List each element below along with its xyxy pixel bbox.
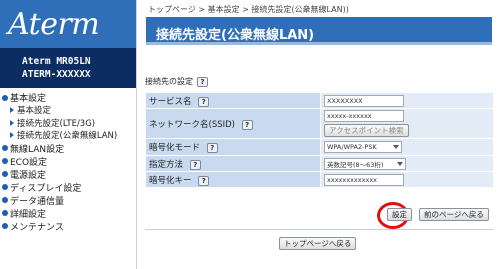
chevron-down-icon bbox=[393, 145, 399, 149]
nav-subitem-lte[interactable]: 接続先設定(LTE/3G) bbox=[0, 117, 136, 130]
form-label-cell: 指定方法 ? bbox=[145, 155, 321, 172]
divider bbox=[145, 229, 494, 230]
nav-item-label: 電源設定 bbox=[10, 170, 47, 181]
nav-item-wireless-lan[interactable]: 無線LAN設定 bbox=[0, 142, 136, 155]
nav-item-maintenance[interactable]: メンテナンス bbox=[0, 220, 136, 233]
form-label-cell: 暗号化キー ? bbox=[145, 171, 321, 188]
form-row: 暗号化キー ? xxxxxxxxxxxxx bbox=[145, 171, 494, 188]
nav-subitem-label: 基本設定 bbox=[17, 106, 52, 117]
breadcrumb: トップページ > 基本設定 > 接続先設定(公衆無線LAN)) bbox=[148, 5, 349, 14]
bullet-icon bbox=[2, 184, 8, 190]
logo-bar: Aterm bbox=[0, 0, 136, 48]
form-label-cell: ネットワーク名(SSID) ? bbox=[145, 108, 321, 139]
top-page-button[interactable]: トップページへ戻る bbox=[279, 237, 357, 250]
device-id: ATERM-XXXXXX bbox=[22, 69, 91, 80]
aterm-logo: Aterm bbox=[8, 6, 100, 42]
nav-item-power[interactable]: 電源設定 bbox=[0, 168, 136, 181]
help-icon[interactable]: ? bbox=[198, 96, 210, 107]
nav-subitem-public-wlan[interactable]: 接続先設定(公衆無線LAN) bbox=[0, 129, 136, 142]
nav-item-label: データ通信量 bbox=[10, 196, 65, 207]
form-value-cell: xxxxx-xxxxxx アクセスポイント検索 bbox=[320, 108, 494, 139]
help-icon[interactable]: ? bbox=[198, 175, 210, 186]
sidebar: Aterm Aterm MR05LN ATERM-XXXXXX 基本設定 基本設… bbox=[0, 0, 137, 269]
help-icon[interactable]: ? bbox=[189, 159, 201, 170]
method-label: 指定方法 bbox=[149, 159, 184, 170]
bullet-icon bbox=[2, 210, 8, 216]
nav-item-basic-settings[interactable]: 基本設定 bbox=[0, 91, 136, 104]
form-value-cell: xxxxxxxxxxxxx bbox=[320, 171, 494, 188]
nav-item-label: 基本設定 bbox=[10, 94, 47, 104]
form-value-cell: XXXXXXXX bbox=[320, 92, 494, 109]
model-name: Aterm MR05LN bbox=[22, 56, 91, 67]
form-row: 暗号化モード ? WPA/WPA2-PSK bbox=[145, 138, 494, 156]
nav-item-label: メンテナンス bbox=[10, 222, 64, 233]
arrow-right-icon bbox=[10, 132, 14, 139]
ssid-label: ネットワーク名(SSID) bbox=[149, 119, 235, 130]
form-label-cell: 暗号化モード ? bbox=[145, 138, 321, 156]
encryption-mode-value: WPA/WPA2-PSK bbox=[327, 143, 377, 151]
form-label-cell: サービス名 ? bbox=[145, 92, 321, 109]
form-row: ネットワーク名(SSID) ? xxxxx-xxxxxx アクセスポイント検索 bbox=[145, 108, 494, 139]
nav-subitem-label: 接続先設定(公衆無線LAN) bbox=[17, 131, 118, 142]
arrow-right-icon bbox=[10, 107, 14, 114]
service-name-label: サービス名 bbox=[149, 96, 192, 107]
bullet-icon bbox=[2, 223, 8, 229]
nav-subitem-label: 接続先設定(LTE/3G) bbox=[17, 118, 96, 129]
chevron-down-icon bbox=[397, 161, 403, 166]
bullet-icon bbox=[2, 145, 8, 151]
form-value-cell: WPA/WPA2-PSK bbox=[320, 138, 494, 156]
arrow-right-icon bbox=[10, 119, 14, 126]
encryption-mode-label: 暗号化モード bbox=[149, 143, 201, 153]
help-icon[interactable]: ? bbox=[206, 143, 218, 153]
bullet-icon bbox=[2, 197, 8, 203]
side-nav: 基本設定 基本設定 接続先設定(LTE/3G) 接続先設定(公衆無線LAN) 無… bbox=[0, 88, 136, 233]
encryption-mode-select[interactable]: WPA/WPA2-PSK bbox=[324, 141, 402, 153]
nav-item-data-usage[interactable]: データ通信量 bbox=[0, 194, 136, 207]
method-value: 英数記号(8〜63桁) bbox=[327, 160, 384, 169]
help-icon[interactable]: ? bbox=[197, 76, 208, 87]
nav-item-label: ECO設定 bbox=[10, 157, 48, 168]
method-select[interactable]: 英数記号(8〜63桁) bbox=[324, 157, 406, 170]
page-title: 接続先設定(公衆無線LAN) bbox=[146, 17, 492, 45]
nav-item-label: 無線LAN設定 bbox=[10, 144, 65, 155]
action-row: 設定 前のページへ戻る bbox=[138, 202, 494, 229]
help-icon[interactable]: ? bbox=[241, 119, 253, 130]
settings-form: サービス名 ? XXXXXXXX ネットワーク名(SSID) ? xxxxx-x… bbox=[145, 92, 494, 188]
nav-item-label: 詳細設定 bbox=[10, 209, 47, 220]
access-point-search-button[interactable]: アクセスポイント検索 bbox=[324, 124, 409, 137]
bullet-icon bbox=[2, 94, 8, 101]
back-button[interactable]: 前のページへ戻る bbox=[419, 208, 489, 221]
bullet-icon bbox=[2, 158, 8, 164]
nav-item-advanced[interactable]: 詳細設定 bbox=[0, 207, 136, 220]
form-row: 指定方法 ? 英数記号(8〜63桁) bbox=[145, 155, 494, 172]
encryption-key-label: 暗号化キー bbox=[149, 175, 192, 186]
form-value-cell: 英数記号(8〜63桁) bbox=[320, 155, 494, 172]
service-name-input[interactable]: XXXXXXXX bbox=[324, 94, 404, 107]
ssid-input[interactable]: xxxxx-xxxxxx bbox=[324, 110, 404, 122]
model-info: Aterm MR05LN ATERM-XXXXXX bbox=[0, 48, 136, 88]
nav-subitem-basic[interactable]: 基本設定 bbox=[0, 104, 136, 117]
set-button[interactable]: 設定 bbox=[387, 208, 412, 221]
section-header: 接続先の設定 ? bbox=[145, 76, 208, 87]
nav-item-display[interactable]: ディスプレイ設定 bbox=[0, 181, 136, 194]
encryption-key-input[interactable]: xxxxxxxxxxxxx bbox=[324, 173, 404, 186]
form-row: サービス名 ? XXXXXXXX bbox=[145, 92, 494, 109]
nav-item-label: ディスプレイ設定 bbox=[10, 183, 82, 194]
section-title: 接続先の設定 bbox=[145, 77, 193, 86]
bullet-icon bbox=[2, 171, 8, 177]
nav-item-eco[interactable]: ECO設定 bbox=[0, 155, 136, 168]
